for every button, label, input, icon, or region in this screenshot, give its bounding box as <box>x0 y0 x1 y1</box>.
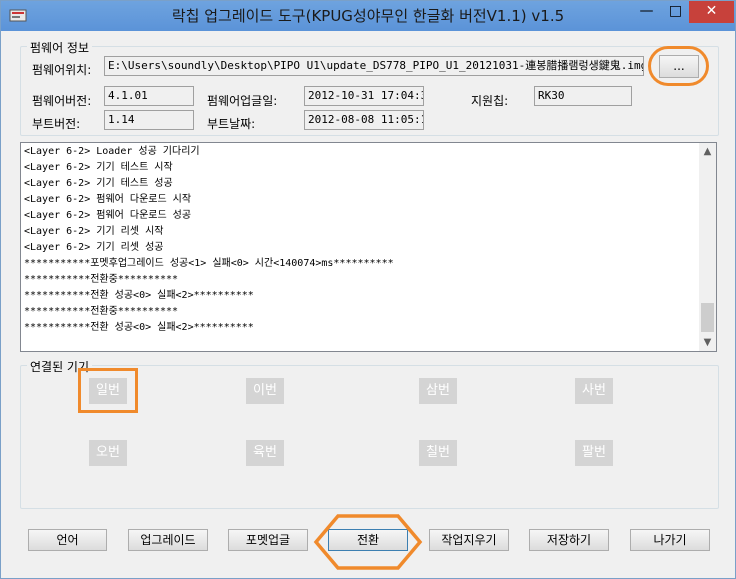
firmware-version-label: 펌웨어버전: <box>32 94 92 108</box>
close-button[interactable]: ✕ <box>689 1 734 23</box>
log-line: <Layer 6-2> 펌웨어 다운로드 시작 <box>24 194 192 205</box>
switch-highlight <box>313 514 423 570</box>
log-line: <Layer 6-2> Loader 성공 기다리기 <box>24 146 200 157</box>
device-slot-5[interactable]: 오번 <box>89 440 127 466</box>
boot-date-label: 부트날짜: <box>207 117 256 131</box>
device-slot-6[interactable]: 육번 <box>246 440 284 466</box>
support-chip-field: RK30 <box>534 86 632 106</box>
scroll-down-icon[interactable]: ▼ <box>699 334 716 351</box>
log-line: <Layer 6-2> 기기 리셋 시작 <box>24 226 164 237</box>
minimize-button[interactable]: — <box>631 1 662 23</box>
device-slot-4[interactable]: 사번 <box>575 378 613 404</box>
boot-version-label: 부트버전: <box>32 117 81 131</box>
scroll-thumb[interactable] <box>701 303 714 332</box>
device-slot-8[interactable]: 팔번 <box>575 440 613 466</box>
window-title: 락칩 업그레이드 도구(KPUG성야무인 한글화 버전V1.1) v1.5 <box>171 7 565 25</box>
firmware-upload-date-field: 2012-10-31 17:04:32 <box>304 86 424 106</box>
boot-date-field: 2012-08-08 11:05:10 <box>304 110 424 130</box>
title-bar[interactable]: 락칩 업그레이드 도구(KPUG성야무인 한글화 버전V1.1) v1.5 — … <box>1 1 735 31</box>
boot-version-field: 1.14 <box>104 110 194 130</box>
firmware-info-legend: 펌웨어 정보 <box>27 39 93 56</box>
save-button[interactable]: 저장하기 <box>529 529 609 551</box>
log-line: <Layer 6-2> 기기 리셋 성공 <box>24 242 164 253</box>
log-lines: <Layer 6-2> Loader 성공 기다리기 <Layer 6-2> 기기… <box>24 144 394 336</box>
log-line: ***********전환중********** <box>24 306 179 317</box>
log-line: <Layer 6-2> 기기 테스트 시작 <box>24 162 173 173</box>
firmware-upload-date-label: 펌웨어업글일: <box>207 94 278 108</box>
log-line: ***********전환중********** <box>24 274 179 285</box>
firmware-location-field[interactable]: E:\Users\soundly\Desktop\PIPO U1\update_… <box>104 56 644 76</box>
scroll-up-icon[interactable]: ▲ <box>699 143 716 160</box>
device-1-highlight <box>78 368 138 413</box>
maximize-button[interactable]: □ <box>660 1 691 23</box>
firmware-version-field: 4.1.01 <box>104 86 194 106</box>
device-slot-3[interactable]: 삼번 <box>419 378 457 404</box>
format-upgrade-button[interactable]: 포멧업글 <box>228 529 308 551</box>
upgrade-tool-window: 락칩 업그레이드 도구(KPUG성야무인 한글화 버전V1.1) v1.5 — … <box>0 0 736 579</box>
language-button[interactable]: 언어 <box>28 529 107 551</box>
log-line: ***********전환 성공<0> 실패<2>********** <box>24 322 254 333</box>
upgrade-button[interactable]: 업그레이드 <box>128 529 208 551</box>
firmware-location-label: 펌웨어위치: <box>32 63 92 77</box>
log-line: <Layer 6-2> 펌웨어 다운로드 성공 <box>24 210 192 221</box>
clear-log-button[interactable]: 작업지우기 <box>429 529 509 551</box>
log-line: <Layer 6-2> 기기 테스트 성공 <box>24 178 173 189</box>
log-line: ***********전환 성공<0> 실패<2>********** <box>24 290 254 301</box>
log-textarea[interactable]: <Layer 6-2> Loader 성공 기다리기 <Layer 6-2> 기기… <box>20 142 717 352</box>
log-scrollbar[interactable]: ▲ ▼ <box>699 143 716 351</box>
device-slot-7[interactable]: 칠번 <box>419 440 457 466</box>
support-chip-label: 지원칩: <box>471 94 509 108</box>
browse-highlight <box>648 46 709 86</box>
device-slot-2[interactable]: 이번 <box>246 378 284 404</box>
log-line: ***********포멧후업그레이드 성공<1> 실패<0> 시간<14007… <box>24 258 394 269</box>
exit-button[interactable]: 나가기 <box>630 529 710 551</box>
